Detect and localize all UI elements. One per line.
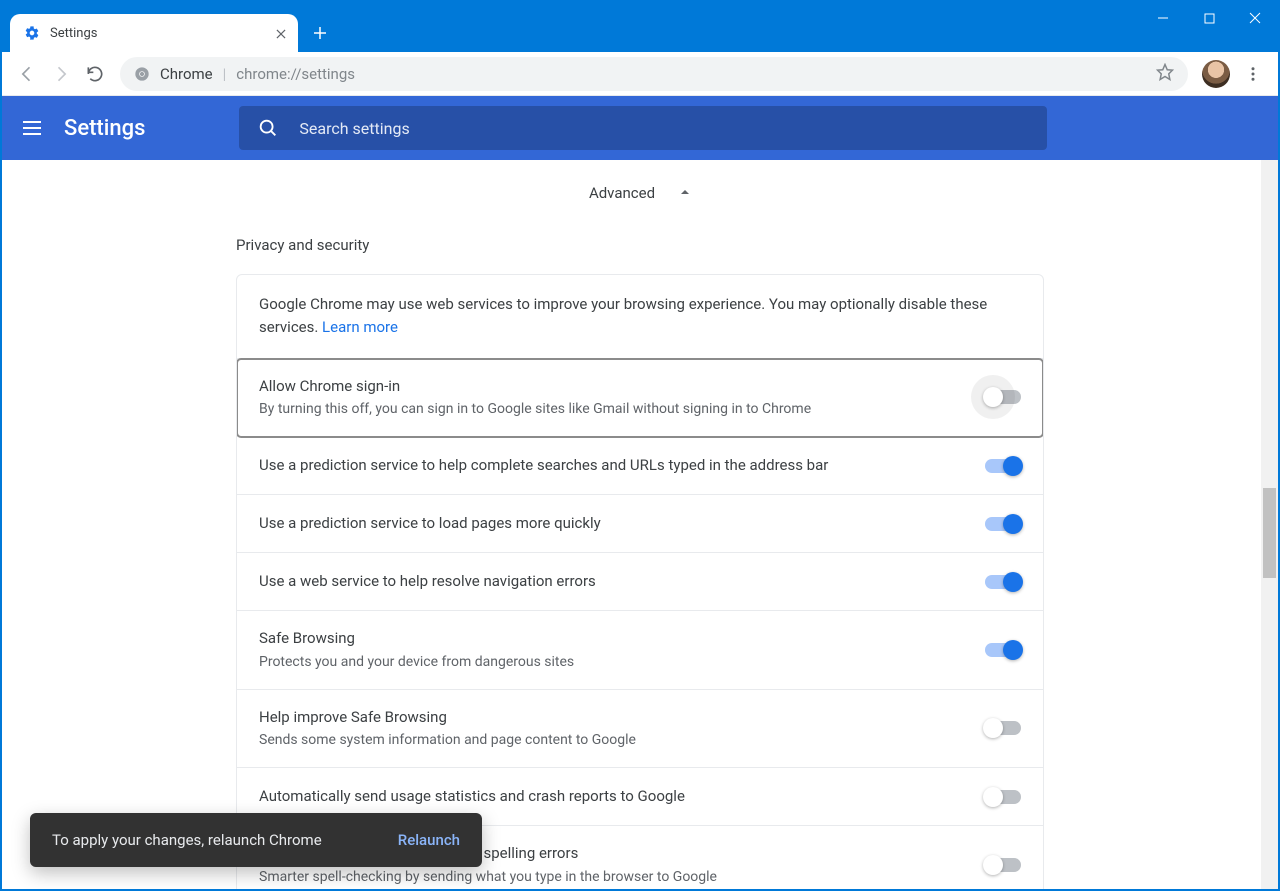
toggle-knob bbox=[1003, 514, 1023, 534]
setting-row: Use a prediction service to help complet… bbox=[237, 437, 1043, 495]
toggle-knob bbox=[983, 387, 1003, 407]
setting-row: Safe BrowsingProtects you and your devic… bbox=[237, 611, 1043, 690]
close-window-button[interactable] bbox=[1232, 2, 1278, 34]
setting-subtitle: Sends some system information and page c… bbox=[259, 730, 636, 751]
intro-text: Google Chrome may use web services to im… bbox=[237, 275, 1043, 359]
advanced-toggle-row[interactable]: Advanced bbox=[2, 160, 1278, 236]
setting-row: Use a prediction service to load pages m… bbox=[237, 495, 1043, 553]
setting-title: Safe Browsing bbox=[259, 627, 574, 650]
privacy-card: Google Chrome may use web services to im… bbox=[236, 274, 1044, 889]
setting-subtitle: Smarter spell-checking by sending what y… bbox=[259, 867, 717, 888]
relaunch-toast: To apply your changes, relaunch Chrome R… bbox=[30, 813, 482, 867]
search-box[interactable] bbox=[239, 106, 1047, 150]
setting-title: Automatically send usage statistics and … bbox=[259, 785, 685, 808]
toggle-knob bbox=[1003, 640, 1023, 660]
omnibox[interactable]: Chrome | chrome://settings bbox=[120, 57, 1188, 91]
setting-title: Use a prediction service to load pages m… bbox=[259, 512, 601, 535]
scrollbar-thumb[interactable] bbox=[1263, 488, 1276, 578]
chevron-up-icon bbox=[679, 184, 691, 202]
toggle-knob bbox=[983, 855, 1003, 875]
toggle-switch[interactable] bbox=[985, 459, 1021, 473]
setting-row: Use a web service to help resolve naviga… bbox=[237, 553, 1043, 611]
toggle-knob bbox=[1003, 456, 1023, 476]
titlebar: Settings bbox=[2, 2, 1278, 52]
advanced-label: Advanced bbox=[589, 184, 655, 202]
chrome-logo-icon bbox=[134, 66, 150, 82]
toggle-switch[interactable] bbox=[985, 390, 1021, 404]
setting-subtitle: By turning this off, you can sign in to … bbox=[259, 399, 811, 420]
close-tab-icon[interactable] bbox=[274, 26, 288, 40]
kebab-menu-icon[interactable] bbox=[1236, 57, 1270, 91]
toggle-knob bbox=[1003, 572, 1023, 592]
maximize-button[interactable] bbox=[1186, 2, 1232, 34]
learn-more-link[interactable]: Learn more bbox=[322, 318, 398, 336]
omnibox-separator: | bbox=[223, 65, 227, 83]
hamburger-icon[interactable] bbox=[20, 116, 44, 140]
minimize-button[interactable] bbox=[1140, 2, 1186, 34]
search-icon bbox=[257, 117, 279, 139]
app-title: Settings bbox=[64, 116, 145, 141]
toggle-switch[interactable] bbox=[985, 643, 1021, 657]
omnibox-chip: Chrome bbox=[160, 65, 213, 83]
page-body: Advanced Privacy and security Google Chr… bbox=[2, 160, 1278, 889]
reload-button[interactable] bbox=[78, 57, 112, 91]
setting-row: Help improve Safe BrowsingSends some sys… bbox=[237, 690, 1043, 769]
gear-icon bbox=[24, 25, 40, 41]
toggle-switch[interactable] bbox=[985, 517, 1021, 531]
toggle-switch[interactable] bbox=[985, 575, 1021, 589]
toggle-switch[interactable] bbox=[985, 721, 1021, 735]
omnibox-url: chrome://settings bbox=[236, 65, 355, 83]
relaunch-button[interactable]: Relaunch bbox=[398, 831, 460, 849]
toggle-switch[interactable] bbox=[985, 790, 1021, 804]
setting-row: Allow Chrome sign-inBy turning this off,… bbox=[237, 359, 1043, 438]
profile-avatar[interactable] bbox=[1202, 60, 1230, 88]
settings-content: Privacy and security Google Chrome may u… bbox=[236, 236, 1044, 889]
toggle-knob bbox=[983, 787, 1003, 807]
setting-subtitle: Protects you and your device from danger… bbox=[259, 652, 574, 673]
section-title: Privacy and security bbox=[236, 236, 1044, 274]
app-bar: Settings bbox=[2, 96, 1278, 160]
forward-button[interactable] bbox=[44, 57, 78, 91]
nav-toolbar: Chrome | chrome://settings bbox=[2, 52, 1278, 96]
tab-title: Settings bbox=[50, 26, 274, 41]
bookmark-star-icon[interactable] bbox=[1156, 63, 1174, 85]
toggle-knob bbox=[983, 718, 1003, 738]
setting-title: Allow Chrome sign-in bbox=[259, 375, 811, 398]
window-controls bbox=[1140, 2, 1278, 34]
setting-title: Use a web service to help resolve naviga… bbox=[259, 570, 596, 593]
scrollbar-track[interactable] bbox=[1261, 160, 1278, 889]
toast-message: To apply your changes, relaunch Chrome bbox=[52, 831, 368, 849]
setting-title: Use a prediction service to help complet… bbox=[259, 454, 828, 477]
back-button[interactable] bbox=[10, 57, 44, 91]
new-tab-button[interactable] bbox=[306, 19, 334, 47]
chrome-window: Settings Chrome | chrome://settings bbox=[0, 0, 1280, 891]
search-input[interactable] bbox=[299, 119, 1029, 138]
toggle-switch[interactable] bbox=[985, 858, 1021, 872]
browser-tab[interactable]: Settings bbox=[10, 14, 298, 52]
setting-title: Help improve Safe Browsing bbox=[259, 706, 636, 729]
